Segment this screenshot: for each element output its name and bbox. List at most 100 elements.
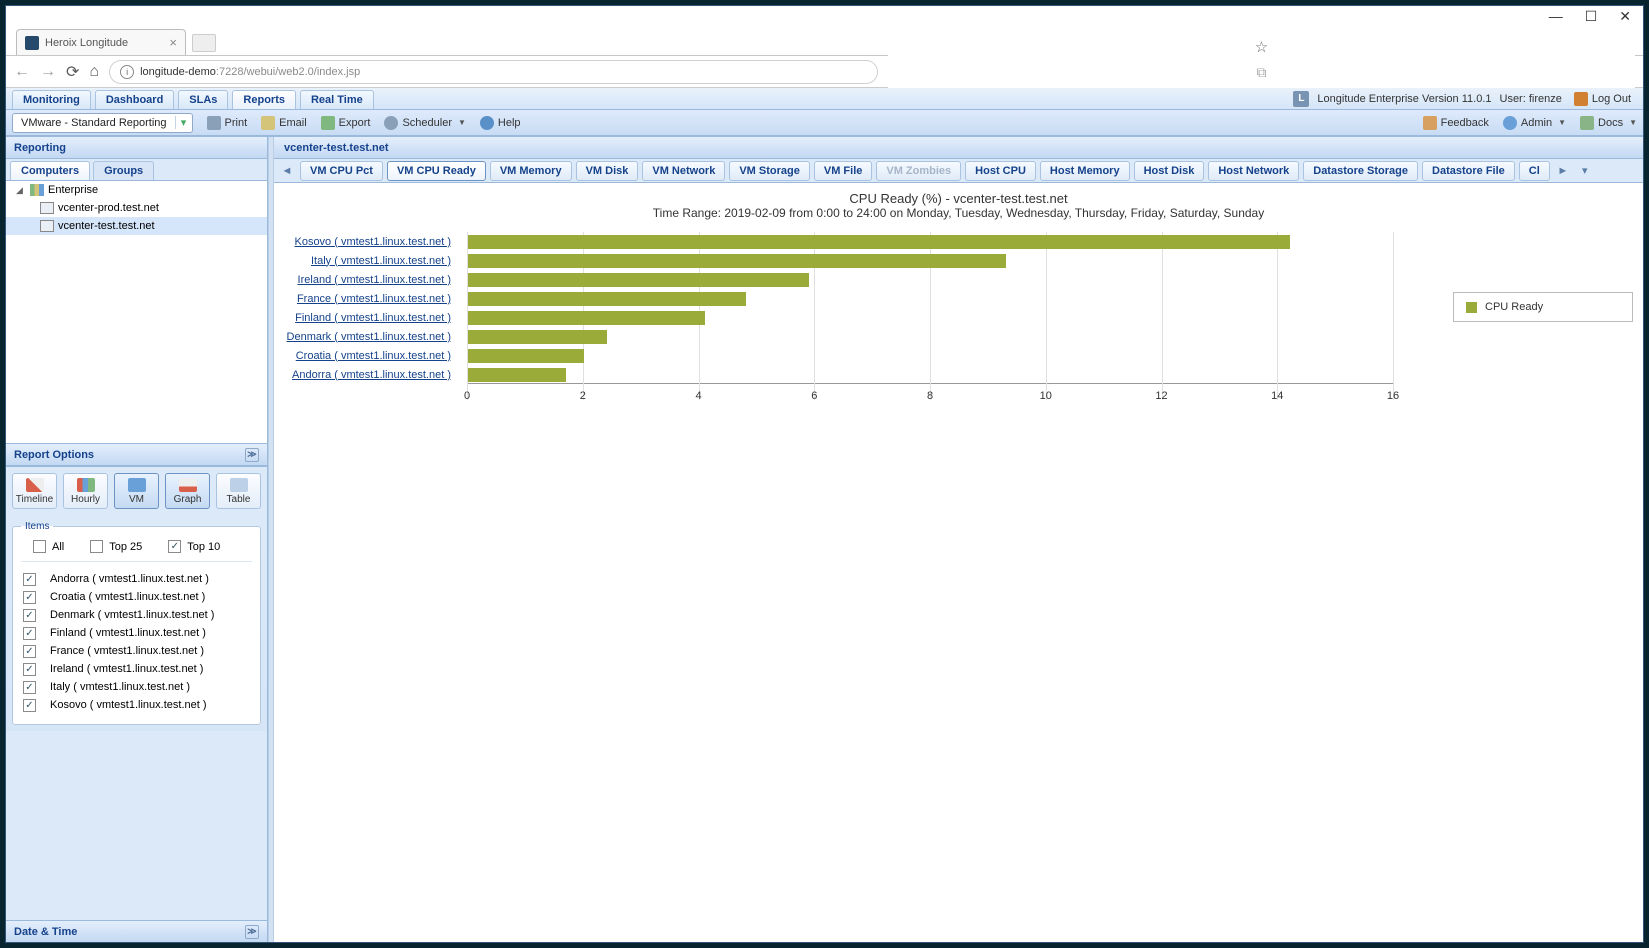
collapse-panel-icon[interactable]: ≫: [245, 448, 259, 462]
feedback-button[interactable]: Feedback: [1423, 116, 1489, 130]
expand-panel-icon[interactable]: ≫: [245, 925, 259, 939]
list-item[interactable]: ✓France ( vmtest1.linux.test.net ): [23, 642, 250, 660]
filter-all[interactable]: All: [33, 540, 64, 553]
close-icon[interactable]: ✕: [1619, 9, 1631, 23]
report-tab[interactable]: VM Storage: [729, 161, 810, 181]
category-link[interactable]: Andorra ( vmtest1.linux.test.net ): [292, 369, 451, 381]
report-tab[interactable]: VM CPU Pct: [300, 161, 383, 181]
print-button[interactable]: Print: [207, 116, 248, 130]
list-item[interactable]: ✓Denmark ( vmtest1.linux.test.net ): [23, 606, 250, 624]
table-button[interactable]: Table: [216, 473, 261, 509]
tab-close-icon[interactable]: ×: [169, 35, 177, 50]
address-bar: ← → ⟳ ⌂ i longitude-demo:7228/webui/web2…: [6, 56, 1643, 88]
scroll-right-icon[interactable]: ►: [1554, 162, 1572, 180]
report-tab[interactable]: VM File: [814, 161, 873, 181]
report-tab[interactable]: VM Network: [642, 161, 725, 181]
checkbox-icon[interactable]: ✓: [23, 663, 36, 676]
list-item[interactable]: ✓Croatia ( vmtest1.linux.test.net ): [23, 588, 250, 606]
help-button[interactable]: Help: [480, 116, 521, 130]
report-tab[interactable]: Host Network: [1208, 161, 1299, 181]
nav-tab-monitoring[interactable]: Monitoring: [12, 90, 91, 109]
report-tab[interactable]: Cl: [1519, 161, 1550, 181]
category-link[interactable]: Croatia ( vmtest1.linux.test.net ): [296, 350, 451, 362]
admin-icon: [1503, 116, 1517, 130]
report-tab[interactable]: VM Disk: [576, 161, 639, 181]
filter-top25[interactable]: Top 25: [90, 540, 142, 553]
report-type-select[interactable]: VMware - Standard Reporting ▾: [12, 113, 193, 133]
nav-reload-icon[interactable]: ⟳: [66, 62, 79, 82]
graph-button[interactable]: Graph: [165, 473, 210, 509]
bar[interactable]: [468, 273, 809, 287]
scheduler-button[interactable]: Scheduler▼: [384, 116, 465, 130]
report-tab[interactable]: Host Memory: [1040, 161, 1130, 181]
report-tab[interactable]: Host Disk: [1134, 161, 1205, 181]
report-tab[interactable]: Datastore Storage: [1303, 161, 1418, 181]
maximize-icon[interactable]: ☐: [1585, 9, 1598, 23]
nav-tab-real-time[interactable]: Real Time: [300, 90, 374, 109]
tree-node[interactable]: vcenter-prod.test.net: [6, 199, 267, 217]
list-item[interactable]: ✓Finland ( vmtest1.linux.test.net ): [23, 624, 250, 642]
bookmark-icon[interactable]: ☆: [1255, 38, 1268, 56]
scheduler-icon: [384, 116, 398, 130]
category-link[interactable]: Kosovo ( vmtest1.linux.test.net ): [294, 236, 451, 248]
report-tab[interactable]: Datastore File: [1422, 161, 1515, 181]
nav-tab-slas[interactable]: SLAs: [178, 90, 228, 109]
list-item[interactable]: ✓Andorra ( vmtest1.linux.test.net ): [23, 570, 250, 588]
new-tab-button[interactable]: [192, 34, 216, 52]
category-link[interactable]: Italy ( vmtest1.linux.test.net ): [311, 255, 451, 267]
nav-forward-icon[interactable]: →: [40, 63, 56, 81]
email-button[interactable]: Email: [261, 116, 307, 130]
checkbox-icon[interactable]: ✓: [23, 609, 36, 622]
nav-tab-reports[interactable]: Reports: [232, 90, 296, 109]
category-link[interactable]: Denmark ( vmtest1.linux.test.net ): [287, 331, 451, 343]
export-button[interactable]: Export: [321, 116, 371, 130]
checkbox-icon[interactable]: ✓: [23, 699, 36, 712]
computer-tree[interactable]: ◢ Enterprise vcenter-prod.test.netvcente…: [6, 181, 267, 444]
nav-tab-dashboard[interactable]: Dashboard: [95, 90, 174, 109]
nav-home-icon[interactable]: ⌂: [89, 63, 99, 81]
list-item[interactable]: ✓Kosovo ( vmtest1.linux.test.net ): [23, 696, 250, 714]
checkbox-icon[interactable]: ✓: [23, 645, 36, 658]
filter-top10[interactable]: ✓Top 10: [168, 540, 220, 553]
site-info-icon[interactable]: i: [120, 65, 134, 79]
bar[interactable]: [468, 292, 746, 306]
report-tab[interactable]: Host CPU: [965, 161, 1036, 181]
list-item[interactable]: ✓Italy ( vmtest1.linux.test.net ): [23, 678, 250, 696]
tree-node[interactable]: vcenter-test.test.net: [6, 217, 267, 235]
collapse-icon[interactable]: ◢: [16, 185, 26, 196]
checkbox-icon[interactable]: ✓: [23, 681, 36, 694]
category-link[interactable]: Ireland ( vmtest1.linux.test.net ): [298, 274, 451, 286]
bar[interactable]: [468, 330, 607, 344]
docs-menu[interactable]: Docs▼: [1580, 116, 1637, 130]
checkbox-icon[interactable]: ✓: [23, 627, 36, 640]
logout-button[interactable]: Log Out: [1574, 92, 1631, 106]
scroll-left-icon[interactable]: ◄: [278, 162, 296, 180]
list-item[interactable]: ✓Ireland ( vmtest1.linux.test.net ): [23, 660, 250, 678]
category-link[interactable]: France ( vmtest1.linux.test.net ): [297, 293, 451, 305]
date-time-header[interactable]: Date & Time ≫: [6, 920, 267, 942]
vm-button[interactable]: VM: [114, 473, 159, 509]
bar[interactable]: [468, 311, 705, 325]
category-link[interactable]: Finland ( vmtest1.linux.test.net ): [295, 312, 451, 324]
tree-root[interactable]: ◢ Enterprise: [6, 181, 267, 199]
nav-back-icon[interactable]: ←: [14, 63, 30, 81]
tab-menu-icon[interactable]: ▾: [1576, 162, 1594, 180]
url-input[interactable]: i longitude-demo:7228/webui/web2.0/index…: [109, 60, 878, 84]
admin-menu[interactable]: Admin▼: [1503, 116, 1566, 130]
bar[interactable]: [468, 254, 1006, 268]
report-tab[interactable]: VM CPU Ready: [387, 161, 486, 181]
checkbox-icon[interactable]: ✓: [23, 591, 36, 604]
report-tab[interactable]: VM Memory: [490, 161, 572, 181]
bar[interactable]: [468, 349, 584, 363]
hourly-button[interactable]: Hourly: [63, 473, 108, 509]
checkbox-icon[interactable]: ✓: [23, 573, 36, 586]
bar[interactable]: [468, 368, 566, 382]
minimize-icon[interactable]: —: [1549, 9, 1563, 23]
subtab-computers[interactable]: Computers: [10, 161, 90, 180]
subtab-groups[interactable]: Groups: [93, 161, 154, 180]
print-icon: [207, 116, 221, 130]
extension-icon[interactable]: ⧉: [1257, 64, 1267, 81]
bar[interactable]: [468, 235, 1290, 249]
timeline-button[interactable]: Timeline: [12, 473, 57, 509]
browser-tab[interactable]: Heroix Longitude ×: [16, 29, 186, 55]
